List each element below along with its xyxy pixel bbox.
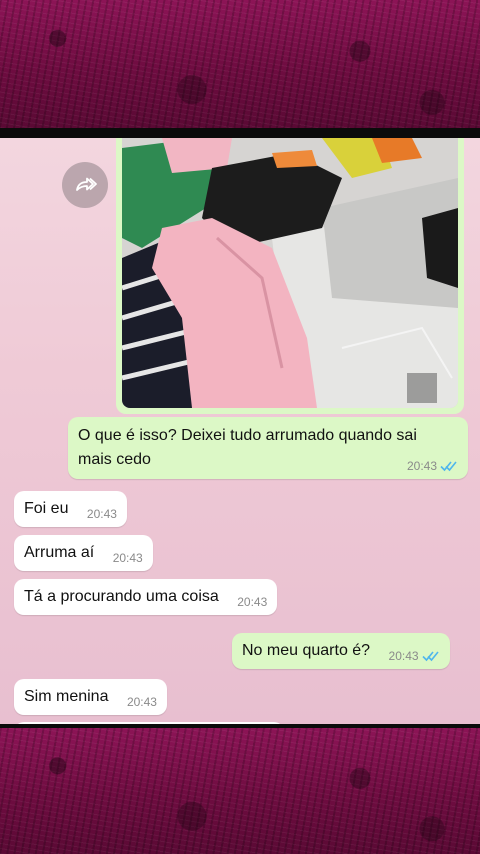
message-time: 20:43 bbox=[86, 507, 117, 521]
message-text: Foi eu bbox=[24, 500, 69, 517]
message-time: 20:43 bbox=[112, 551, 143, 565]
incoming-message[interactable]: Foi eu 20:43 bbox=[14, 491, 127, 527]
outgoing-message[interactable]: O que é isso? Deixei tudo arrumado quand… bbox=[68, 417, 468, 479]
decorative-bottom-band bbox=[0, 728, 480, 854]
message-meta: 20:43 bbox=[113, 551, 143, 565]
forward-button[interactable] bbox=[62, 162, 108, 208]
message-text: Arruma aí bbox=[24, 544, 95, 561]
image-message[interactable] bbox=[116, 138, 464, 414]
message-time: 20:43 bbox=[388, 649, 419, 663]
message-meta: 20:43 bbox=[389, 649, 440, 663]
message-meta: 20:43 bbox=[407, 459, 458, 473]
message-time: 20:43 bbox=[406, 459, 437, 473]
message-text: O que é isso? Deixei tudo arrumado quand… bbox=[78, 427, 417, 468]
double-check-icon bbox=[421, 650, 440, 662]
message-meta: 20:43 bbox=[87, 507, 117, 521]
incoming-message[interactable]: Sim menina 20:43 bbox=[14, 679, 167, 715]
chat-area[interactable]: O que é isso? Deixei tudo arrumado quand… bbox=[0, 138, 480, 724]
message-text: Sim menina bbox=[24, 688, 109, 705]
message-text: No meu quarto é? bbox=[242, 642, 371, 659]
message-meta: 20:43 bbox=[127, 695, 157, 709]
double-check-icon bbox=[440, 460, 458, 472]
message-text: Tá a procurando uma coisa bbox=[24, 588, 219, 605]
message-time: 20:43 bbox=[237, 595, 268, 609]
incoming-message[interactable]: Arruma aí 20:43 bbox=[14, 535, 153, 571]
outgoing-message[interactable]: No meu quarto é? 20:43 bbox=[232, 633, 450, 669]
forward-icon bbox=[76, 177, 97, 191]
clothes-photo[interactable] bbox=[122, 138, 458, 408]
decorative-top-band bbox=[0, 0, 480, 128]
incoming-message[interactable]: Tá a procurando uma coisa 20:43 bbox=[14, 579, 278, 615]
message-meta: 20:43 bbox=[237, 595, 267, 609]
message-time: 20:43 bbox=[126, 695, 157, 709]
divider-top bbox=[0, 128, 480, 138]
photo-illustration bbox=[122, 138, 458, 408]
